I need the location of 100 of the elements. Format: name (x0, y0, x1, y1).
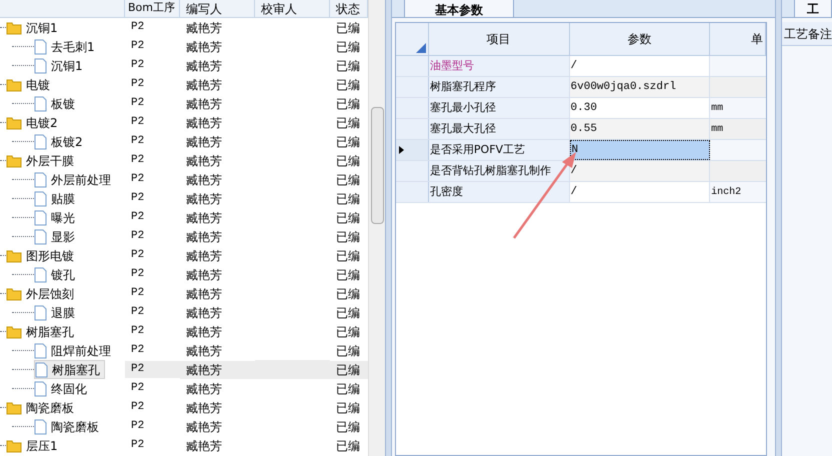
scrollbar[interactable] (368, 0, 385, 456)
tree-item[interactable]: 阻焊前处理 (34, 341, 115, 360)
table-cell-text: P2 (130, 172, 146, 188)
table-cell-text: P2 (130, 343, 146, 358)
value-field[interactable]: 0.55 (570, 119, 710, 139)
table-cell-text: 已编 (335, 190, 361, 208)
table-cell-text: 臧艳芳 (185, 76, 223, 94)
tree-item[interactable]: 电镀2 (6, 113, 62, 132)
tree-item[interactable]: 沉铜1 (34, 56, 87, 75)
tree-item[interactable]: 板镀2 (34, 132, 87, 151)
table-cell-text: 已编 (335, 38, 361, 56)
folder-icon (6, 248, 22, 262)
tab[interactable]: 基本参数 (404, 0, 514, 17)
table-cell-text: 已编 (335, 76, 361, 94)
value-field[interactable]: / (570, 161, 710, 181)
tree-item[interactable]: 树脂塞孔 (6, 322, 78, 341)
document-icon (34, 266, 47, 282)
table-cell-text: 臧艳芳 (185, 190, 223, 208)
notes-label: 工艺备注 (783, 26, 832, 42)
tree-item[interactable]: 外层前处理 (34, 170, 115, 189)
table-cell-text: 臧艳芳 (185, 304, 223, 322)
tree-item[interactable]: 图形电镀 (6, 246, 78, 265)
column-header[interactable]: 编写人 (180, 0, 255, 17)
table-cell-text: 臧艳芳 (185, 58, 223, 74)
folder-icon (6, 20, 22, 34)
table-cell-text: P2 (130, 400, 146, 416)
table-cell-text: 臧艳芳 (185, 96, 223, 112)
table-cell-text: 臧艳芳 (185, 134, 223, 150)
tree-item[interactable]: 曝光 (34, 208, 79, 227)
tree-item[interactable]: 板镀 (34, 94, 79, 113)
table-cell-text: 臧艳芳 (185, 172, 223, 188)
table-cell-text: 已编 (335, 228, 361, 246)
document-icon (34, 304, 47, 320)
table-cell-text: 臧艳芳 (185, 418, 223, 436)
value-field[interactable]: / (570, 182, 710, 202)
table-cell-text: 臧艳芳 (185, 114, 223, 132)
value-field[interactable]: N (570, 140, 710, 160)
table-cell-text: 臧艳芳 (185, 380, 223, 398)
scrollbar-thumb[interactable] (370, 107, 384, 224)
tree-item[interactable]: 退膜 (34, 303, 79, 322)
value-field[interactable]: 0.30 (570, 98, 710, 118)
table-cell-text: 已编 (335, 248, 361, 264)
table-cell: 油墨型号 (428, 56, 570, 76)
folder-icon (6, 400, 22, 414)
table-cell: 塞孔最小孔径 (428, 98, 570, 118)
tree-item[interactable]: 层压1 (6, 436, 62, 455)
table-cell: mm (710, 119, 766, 139)
value-field[interactable]: / (570, 56, 710, 76)
tree-item[interactable]: 沉铜1 (6, 18, 62, 37)
table-cell: inch2 (710, 182, 766, 202)
table-cell-text: 臧艳芳 (185, 324, 223, 340)
table-cell-text: 已编 (335, 380, 361, 398)
table-cell (710, 161, 766, 181)
table-cell-text: P2 (130, 191, 146, 206)
tree-item[interactable]: 去毛刺1 (34, 37, 99, 56)
column-header[interactable]: 参数 (570, 23, 710, 55)
table-cell: 臧艳芳 (180, 360, 255, 378)
table-cell-text: 已编 (335, 418, 361, 436)
splitter[interactable] (775, 0, 782, 456)
table-cell-text: P2 (130, 20, 146, 36)
table-cell-text: 已编 (335, 400, 361, 416)
tree-item[interactable]: 镀孔 (34, 265, 79, 284)
table-cell-text: 臧艳芳 (185, 342, 223, 360)
table-cell-text: 已编 (335, 96, 361, 112)
table-cell-text: 已编 (335, 266, 361, 284)
table-cell-text: 臧艳芳 (185, 228, 223, 246)
tab[interactable]: 工 (794, 0, 832, 17)
table-cell-text: 臧艳芳 (185, 266, 223, 284)
tree-item[interactable]: 贴膜 (34, 189, 79, 208)
folder-icon (6, 324, 22, 338)
table-cell-text: 已编 (335, 324, 361, 340)
tree-item[interactable]: 显影 (34, 227, 79, 246)
column-header[interactable]: 项目 (428, 23, 570, 55)
table-cell-text: 已编 (335, 286, 361, 302)
tree-item[interactable]: 外层蚀刻 (6, 284, 78, 303)
table-cell: 是否背钻孔树脂塞孔制作 (428, 161, 570, 181)
row-header[interactable] (396, 140, 429, 160)
table-cell-text: P2 (130, 286, 146, 302)
table-cell-text: 臧艳芳 (185, 152, 223, 170)
column-header[interactable]: Bom工序 (125, 0, 180, 17)
tree-item[interactable]: 外层干膜 (6, 151, 78, 170)
table-cell-text: 已编 (335, 152, 361, 170)
table-cell-text: P2 (130, 438, 146, 454)
table-cell-text: 臧艳芳 (185, 400, 223, 416)
tree-item[interactable]: 终固化 (34, 379, 91, 398)
tree-item[interactable]: 树脂塞孔 (34, 360, 105, 379)
table-cell: 是否采用POFV工艺 (428, 140, 570, 160)
tree-item[interactable]: 电镀 (6, 75, 54, 94)
table-cell-text: 臧艳芳 (185, 210, 223, 226)
value-field[interactable]: 6v00w0jqa0.szdrl (570, 77, 710, 97)
column-header[interactable]: 单 (710, 23, 766, 55)
tree-item[interactable]: 陶瓷磨板 (34, 417, 103, 436)
column-header[interactable]: 校审人 (255, 0, 330, 17)
tree-item[interactable]: 陶瓷磨板 (6, 398, 78, 417)
table-cell-text: P2 (130, 381, 146, 396)
table-cell-text: 已编 (335, 304, 361, 322)
table-cell: 树脂塞孔程序 (428, 77, 570, 97)
document-icon (34, 172, 47, 188)
folder-icon (6, 286, 22, 300)
table-cell-text: 已编 (335, 20, 361, 36)
